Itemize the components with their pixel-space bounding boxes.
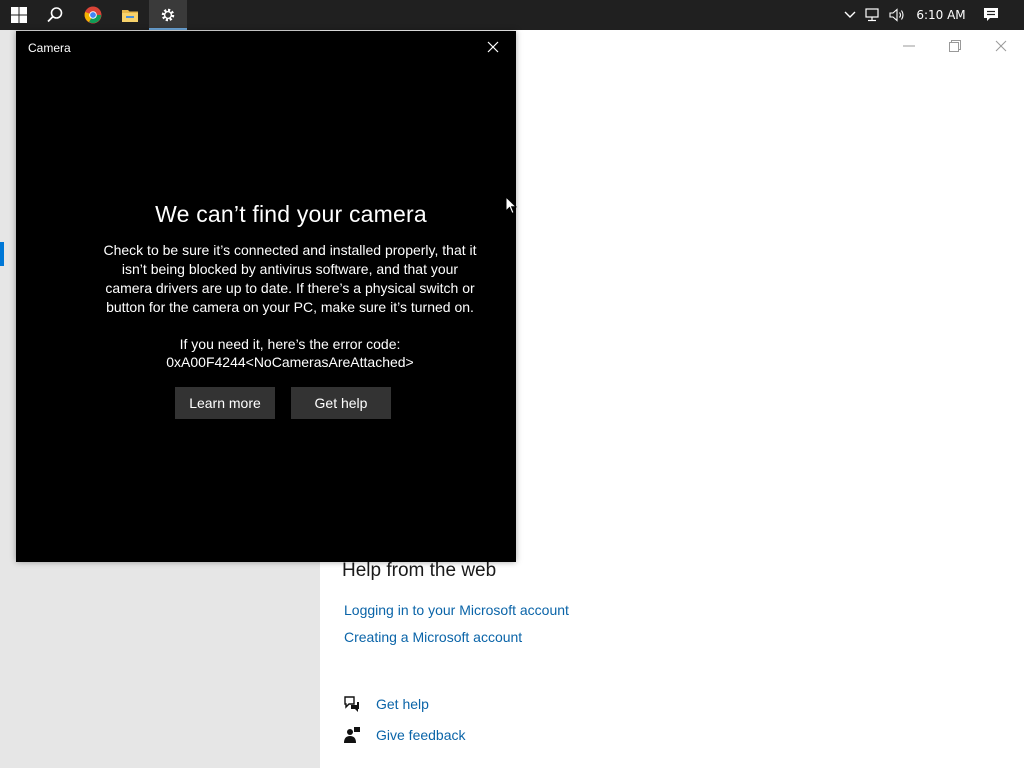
close-icon[interactable] xyxy=(483,37,503,57)
restore-button[interactable] xyxy=(932,30,978,62)
notification-icon[interactable] xyxy=(980,0,1002,30)
network-icon[interactable] xyxy=(862,0,884,30)
taskbar-clock[interactable]: 6:10 AM xyxy=(912,0,970,30)
help-from-web-heading: Help from the web xyxy=(342,560,497,581)
get-help-icon xyxy=(343,695,363,715)
link-logging-in[interactable]: Logging in to your Microsoft account xyxy=(344,602,569,618)
settings-icon[interactable] xyxy=(149,0,187,30)
get-help-link[interactable]: Get help xyxy=(376,696,429,712)
error-code-intro: If you need it, here’s the error code: xyxy=(179,336,401,352)
minimize-button[interactable] xyxy=(886,30,932,62)
error-code-block: If you need it, here’s the error code: 0… xyxy=(103,335,477,371)
camera-title: Camera xyxy=(28,41,71,55)
volume-icon[interactable] xyxy=(886,0,908,30)
chrome-icon[interactable] xyxy=(74,0,112,30)
selected-nav-indicator xyxy=(0,242,4,266)
search-icon[interactable] xyxy=(36,0,74,30)
mouse-cursor-icon xyxy=(505,195,518,219)
file-explorer-icon[interactable] xyxy=(111,0,149,30)
windows-start-icon[interactable] xyxy=(0,0,38,30)
camera-dialog: Camera We can’t find your camera Check t… xyxy=(16,31,516,562)
get-help-button[interactable]: Get help xyxy=(291,387,391,419)
learn-more-button[interactable]: Learn more xyxy=(175,387,275,419)
close-window-button[interactable] xyxy=(978,30,1024,62)
link-creating-account[interactable]: Creating a Microsoft account xyxy=(344,629,522,645)
error-code: 0xA00F4244<NoCamerasAreAttached> xyxy=(166,354,414,370)
taskbar: 6:10 AM xyxy=(0,0,1024,30)
chevron-up-icon[interactable] xyxy=(840,0,860,30)
camera-error-body: Check to be sure it’s connected and inst… xyxy=(103,242,477,315)
camera-error-heading: We can’t find your camera xyxy=(155,201,427,227)
give-feedback-link[interactable]: Give feedback xyxy=(376,727,466,743)
give-feedback-icon xyxy=(343,726,363,746)
